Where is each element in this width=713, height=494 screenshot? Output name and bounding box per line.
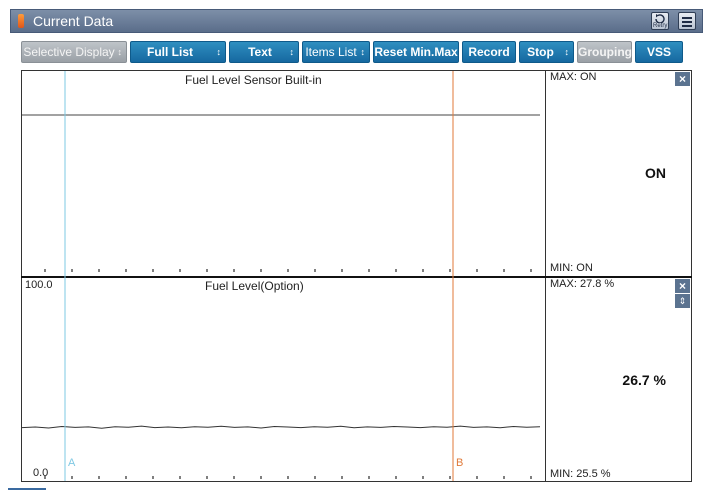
chart-2-close-icon[interactable]: × bbox=[675, 279, 690, 293]
chart-2-series-line bbox=[21, 425, 541, 429]
x-ticks-chart-1 bbox=[44, 269, 532, 272]
chart-2-y-max-label: 100.0 bbox=[25, 279, 53, 291]
x-ticks-chart-2 bbox=[44, 476, 532, 479]
move-updown-icon[interactable]: ⇕ bbox=[675, 294, 690, 308]
chart-1-close-icon[interactable]: × bbox=[675, 72, 690, 86]
chart-1-max: MAX: ON bbox=[550, 71, 597, 83]
cursor-b-label[interactable]: B bbox=[456, 457, 463, 469]
chart-2-y-min-label: 0.0 bbox=[33, 467, 49, 479]
bottom-scroll-indicator bbox=[8, 488, 46, 490]
chart-1-current-value: ON bbox=[645, 165, 666, 181]
chart-2-current-value: 26.7 % bbox=[622, 372, 666, 388]
graph-canvas bbox=[21, 71, 541, 481]
cursor-a-label[interactable]: A bbox=[68, 457, 75, 469]
chart-1-title: Fuel Level Sensor Built-in bbox=[185, 73, 322, 87]
chart-2-min: MIN: 25.5 % bbox=[550, 468, 611, 480]
chart-2-title: Fuel Level(Option) bbox=[205, 279, 304, 293]
chart-1-min: MIN: ON bbox=[550, 262, 593, 274]
chart-2-max: MAX: 27.8 % bbox=[550, 278, 615, 290]
